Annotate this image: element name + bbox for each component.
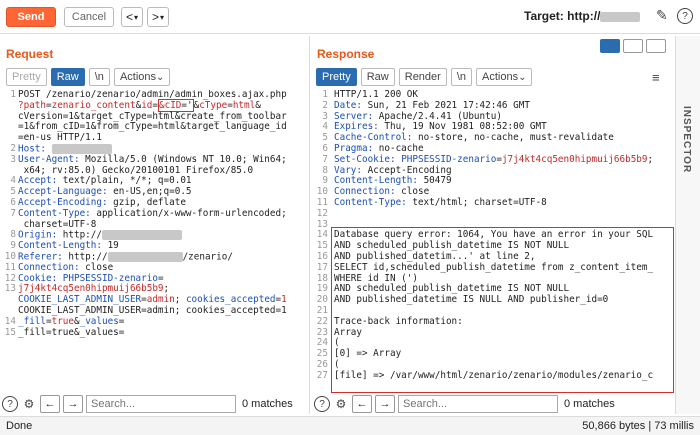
code-line: Content-Type: text/html; charset=UTF-8 xyxy=(334,197,547,208)
code-line: User-Agent: Mozilla/5.0 (Windows NT 10.0… xyxy=(18,153,287,165)
response-tabs: Pretty Raw Render \n Actions xyxy=(316,68,533,86)
code-line: Content-Type: application/x-www-form-url… xyxy=(18,207,287,219)
line-number: 1 xyxy=(10,90,16,100)
code-line: charset=UTF-8 xyxy=(18,218,97,230)
single-pane-icon[interactable] xyxy=(646,39,666,53)
line-number: 22 xyxy=(316,315,328,327)
prev-match-button[interactable]: ← xyxy=(40,395,60,413)
tab-newline[interactable]: \n xyxy=(450,68,473,86)
search-input[interactable] xyxy=(398,395,558,413)
injected-param-box: &cID=' xyxy=(158,98,194,112)
request-title: Request xyxy=(6,47,54,61)
send-button[interactable]: Send xyxy=(6,7,56,27)
tab-pretty[interactable]: Pretty xyxy=(316,68,357,86)
prev-match-button[interactable]: ← xyxy=(352,395,372,413)
search-input[interactable] xyxy=(86,395,236,413)
actions-dropdown[interactable]: Actions xyxy=(476,68,533,86)
help-icon[interactable]: ? xyxy=(314,396,330,412)
match-count: 0 matches xyxy=(564,398,615,410)
response-title: Response xyxy=(317,47,375,61)
back-label: < xyxy=(125,10,133,24)
status-text: Done xyxy=(6,420,33,432)
gear-icon[interactable]: ⚙ xyxy=(333,396,349,412)
tab-render[interactable]: Render xyxy=(398,68,447,86)
target-label: Target: http:// xyxy=(524,9,641,23)
tab-newline[interactable]: \n xyxy=(88,68,110,86)
target-prefix: Target: http:// xyxy=(524,9,601,23)
inspector-panel[interactable]: INSPECTOR xyxy=(675,36,700,414)
line-number: 13 xyxy=(4,283,16,295)
split-horizontal-icon[interactable] xyxy=(600,39,620,53)
line-number: 17 xyxy=(316,261,328,273)
code-line: =en-us HTTP/1.1 xyxy=(18,132,102,144)
request-tabs: Pretty Raw \n Actions xyxy=(6,68,171,86)
tab-raw[interactable]: Raw xyxy=(360,68,395,86)
error-highlight-box xyxy=(331,227,674,393)
status-bar: Done 50,866 bytes | 73 millis xyxy=(0,416,700,435)
forward-button[interactable]: > ▾ xyxy=(147,7,169,27)
forward-label: > xyxy=(151,10,159,24)
help-icon[interactable]: ? xyxy=(2,396,18,412)
chevron-down-icon: ▾ xyxy=(134,12,139,22)
edit-target-icon[interactable]: ✎ xyxy=(656,7,672,25)
request-editor[interactable]: 1 POST /zenario/zenario/admin/admin_boxes… xyxy=(2,90,302,386)
cancel-button[interactable]: Cancel xyxy=(64,7,114,27)
code-line: ?path=zenario_content&id=&cID='&cType=ht… xyxy=(18,98,261,112)
next-match-button[interactable]: → xyxy=(63,395,83,413)
line-number: 12 xyxy=(316,207,328,219)
line-number: 7 xyxy=(10,207,16,219)
tab-pretty[interactable]: Pretty xyxy=(6,68,47,86)
layout-toggle xyxy=(600,39,666,55)
gear-icon[interactable]: ⚙ xyxy=(21,396,37,412)
split-vertical-icon[interactable] xyxy=(623,39,643,53)
line-number: 2 xyxy=(322,99,328,111)
toolbar: Send Cancel < ▾ > ▾ Target: http:// ✎ ? xyxy=(0,0,700,34)
code-line: _fill=true&_values= xyxy=(18,315,125,327)
line-number: 7 xyxy=(322,153,328,165)
code-line: _fill=true&_values= xyxy=(18,326,125,338)
code-line: Set-Cookie: PHPSESSID-zenario=j7j4kt4cq5… xyxy=(334,153,654,165)
help-icon[interactable]: ? xyxy=(677,8,693,24)
back-button[interactable]: < ▾ xyxy=(121,7,143,27)
inspector-label: INSPECTOR xyxy=(681,106,692,174)
line-number: 11 xyxy=(4,261,16,273)
tab-raw[interactable]: Raw xyxy=(50,68,85,86)
redacted-host xyxy=(600,11,641,22)
next-match-button[interactable]: → xyxy=(375,395,395,413)
line-number: 3 xyxy=(10,153,16,165)
line-number: 15 xyxy=(4,326,16,338)
line-number: 27 xyxy=(316,369,328,381)
line-number: 14 xyxy=(4,315,16,327)
match-count: 0 matches xyxy=(242,398,293,410)
request-search-bar: ? ⚙ ← → 0 matches xyxy=(2,394,304,414)
panel-divider[interactable] xyxy=(309,36,310,414)
chevron-down-icon: ▾ xyxy=(160,12,165,22)
response-size: 50,866 bytes | 73 millis xyxy=(582,420,694,432)
actions-dropdown[interactable]: Actions xyxy=(113,68,171,86)
response-search-bar: ? ⚙ ← → 0 matches xyxy=(314,394,672,414)
menu-icon[interactable]: ≡ xyxy=(652,70,660,85)
code-line: Content-Length: 19 xyxy=(18,240,119,252)
